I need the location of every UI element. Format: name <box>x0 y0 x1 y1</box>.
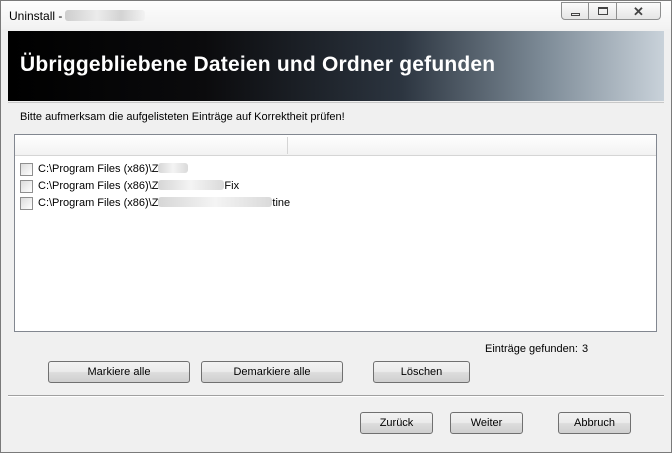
instruction-text: Bitte aufmerksam die aufgelisteten Eintr… <box>20 111 345 123</box>
item-checkbox[interactable] <box>20 196 33 210</box>
maximize-button[interactable] <box>589 2 617 20</box>
item-path-suffix: Fix <box>224 180 240 192</box>
entries-found: Einträge gefunden: 3 <box>485 343 588 355</box>
list-item[interactable]: C:\Program Files (x86)\Z Fix <box>20 178 239 194</box>
back-button[interactable]: Zurück <box>360 412 433 434</box>
uninstall-window: Uninstall - ✕ Übriggebliebene Dateien un… <box>0 0 672 453</box>
mark-all-button[interactable]: Markiere alle <box>48 361 190 383</box>
close-button[interactable]: ✕ <box>617 2 661 20</box>
item-checkbox[interactable] <box>20 162 33 176</box>
window-title: Uninstall - <box>9 9 63 23</box>
cancel-button[interactable]: Abbruch <box>558 412 631 434</box>
redacted-text <box>158 163 189 173</box>
next-button[interactable]: Weiter <box>450 412 523 434</box>
dialog-client-area: Übriggebliebene Dateien und Ordner gefun… <box>8 31 664 447</box>
redacted-text <box>158 180 225 190</box>
redacted-title-text <box>65 10 145 21</box>
redacted-text <box>158 197 273 207</box>
title-bar[interactable]: Uninstall - ✕ <box>1 1 671 29</box>
item-path: C:\Program Files (x86)\Z tine <box>38 197 290 209</box>
unmark-all-button[interactable]: Demarkiere alle <box>201 361 343 383</box>
item-checkbox[interactable] <box>20 179 33 193</box>
page-title: Übriggebliebene Dateien und Ordner gefun… <box>20 53 496 76</box>
list-item[interactable]: C:\Program Files (x86)\Z <box>20 161 189 177</box>
close-icon: ✕ <box>633 3 644 19</box>
entries-found-value: 3 <box>581 343 589 355</box>
window-controls: ✕ <box>561 2 661 20</box>
item-path: C:\Program Files (x86)\Z Fix <box>38 180 239 192</box>
minimize-icon <box>570 12 580 16</box>
entries-found-label: Einträge gefunden: <box>485 343 578 355</box>
leftover-files-list[interactable]: C:\Program Files (x86)\Z C:\Program File… <box>14 134 657 332</box>
column-divider[interactable] <box>287 137 288 154</box>
minimize-button[interactable] <box>561 2 589 20</box>
item-path: C:\Program Files (x86)\Z <box>38 163 189 175</box>
maximize-icon <box>597 7 608 15</box>
item-path-prefix: C:\Program Files (x86)\Z <box>38 197 159 209</box>
item-path-prefix: C:\Program Files (x86)\Z <box>38 163 159 175</box>
footer-divider <box>8 395 664 397</box>
delete-button[interactable]: Löschen <box>373 361 470 383</box>
header-banner: Übriggebliebene Dateien und Ordner gefun… <box>8 31 664 101</box>
item-path-suffix: tine <box>272 197 291 209</box>
item-path-prefix: C:\Program Files (x86)\Z <box>38 180 159 192</box>
list-header <box>15 135 656 156</box>
banner-divider <box>8 102 664 103</box>
list-item[interactable]: C:\Program Files (x86)\Z tine <box>20 195 290 211</box>
